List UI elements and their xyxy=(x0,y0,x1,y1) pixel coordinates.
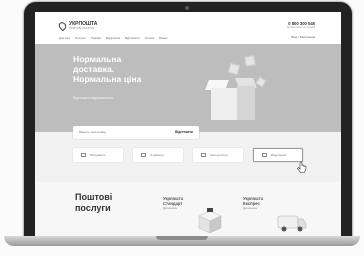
logo-pin-icon xyxy=(57,20,68,32)
service-card-calculator[interactable]: Калькулятор xyxy=(193,148,243,162)
product-express[interactable]: Укрпошта Експрес Детальніше xyxy=(243,196,263,211)
box-side xyxy=(237,86,255,120)
browser-screen: УКРПОШТА ПОШТОВІ ПОСЛУГИ 0 800 300 545 б… xyxy=(35,12,341,236)
service-card-label: Калькулятор xyxy=(210,153,228,157)
parcel-box-illustration xyxy=(205,70,257,124)
product-caption: Детальніше xyxy=(163,207,178,210)
floating-cube xyxy=(244,55,256,67)
nav-item[interactable]: Бізнес xyxy=(159,36,167,40)
support-phone[interactable]: 0 800 300 545 безкоштовно по Україні xyxy=(287,21,315,29)
nav-item[interactable]: Відстежити xyxy=(125,36,140,40)
nav-item[interactable]: Тарифи xyxy=(91,36,101,40)
service-card-receive[interactable]: Отримати xyxy=(133,148,183,162)
login-link[interactable]: Вхід / Реєстрація xyxy=(291,35,315,39)
camera-icon xyxy=(185,6,189,10)
product-caption: Детальніше xyxy=(243,207,258,210)
service-card-label: Відділення xyxy=(271,153,287,157)
phone-caption: безкоштовно по Україні xyxy=(286,26,315,29)
service-card-send[interactable]: Відправити xyxy=(73,148,123,162)
nav-item[interactable]: Послуги xyxy=(75,36,86,40)
hero-title: Нормальна доставка. Нормальна ціна xyxy=(73,54,193,84)
standard-parcel-illustration xyxy=(198,208,222,234)
tracking-input[interactable] xyxy=(79,130,149,134)
calculator-icon xyxy=(201,153,206,157)
hero-subtitle: Відстежити відправлення xyxy=(73,96,113,100)
nav-item[interactable]: Оплата xyxy=(145,36,155,40)
section-title-line: послуги xyxy=(75,203,111,213)
hero-title-line: Нормальна ціна xyxy=(73,74,142,84)
service-cards: Відправити Отримати Калькулятор Відділен… xyxy=(73,148,303,162)
parcel-icon xyxy=(81,153,86,157)
delivery-van-icon xyxy=(277,215,307,232)
hero-title-line: доставка. xyxy=(73,64,115,74)
service-card-branches[interactable]: Відділення xyxy=(253,148,303,162)
branch-icon xyxy=(262,153,267,157)
service-card-label: Відправити xyxy=(90,153,106,157)
product-standard[interactable]: Укрпошта Стандарт Детальніше xyxy=(163,196,183,211)
site-logo[interactable]: УКРПОШТА ПОШТОВІ ПОСЛУГИ xyxy=(57,20,97,32)
section-title-line: Поштові xyxy=(75,192,113,202)
track-button[interactable]: Відстежити xyxy=(175,130,193,134)
section-title: Поштові послуги xyxy=(75,192,112,214)
nav-item[interactable]: Відділення xyxy=(106,36,120,40)
service-card-label: Отримати xyxy=(150,153,164,157)
nav-item[interactable]: Для кого xyxy=(59,36,70,40)
logo-tagline: ПОШТОВІ ПОСЛУГИ xyxy=(69,27,95,30)
hand-cursor-icon xyxy=(297,162,307,173)
site-header: УКРПОШТА ПОШТОВІ ПОСЛУГИ 0 800 300 545 б… xyxy=(35,12,341,44)
hero-title-line: Нормальна xyxy=(73,54,122,64)
box-front xyxy=(211,88,237,120)
main-nav: Для кого Послуги Тарифи Відділення Відст… xyxy=(59,36,167,40)
tracking-search: Відстежити xyxy=(73,126,199,139)
laptop-base xyxy=(4,236,360,246)
laptop-notch xyxy=(156,236,208,240)
receive-icon xyxy=(141,153,146,157)
